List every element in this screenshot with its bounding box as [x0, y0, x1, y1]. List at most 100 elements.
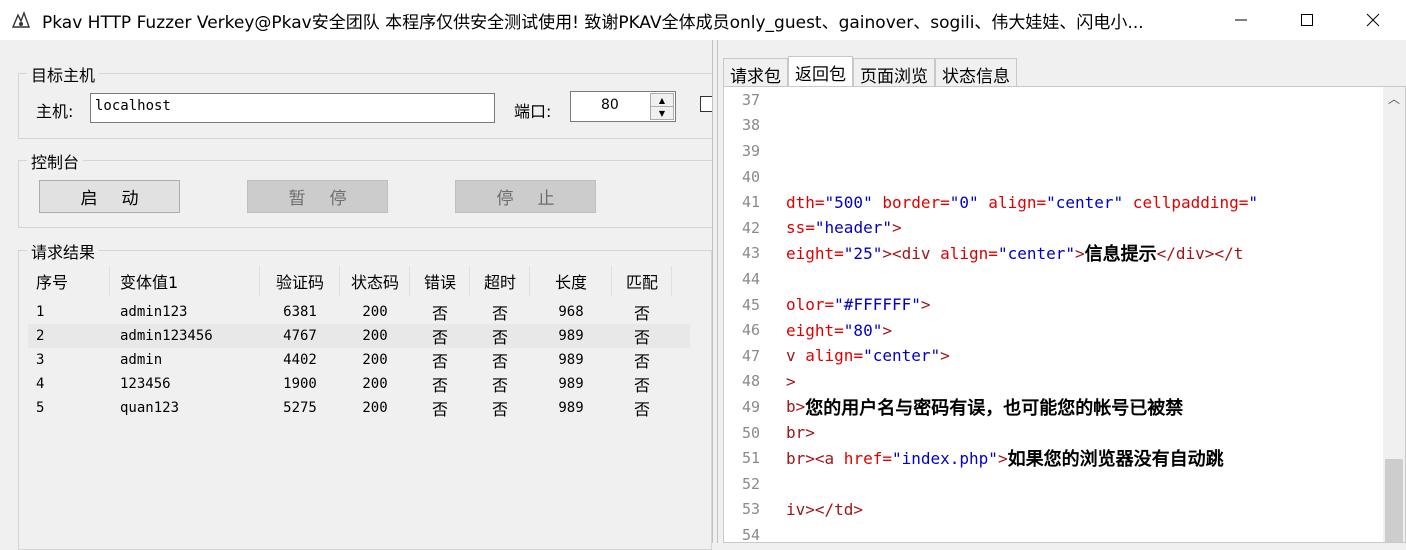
results-legend: 请求结果 — [27, 239, 100, 263]
column-header[interactable]: 序号 — [28, 262, 110, 300]
line-number: 37 — [741, 90, 760, 109]
host-label: 主机: — [36, 102, 74, 121]
code-token: "center" — [997, 243, 1075, 263]
start-button[interactable]: 启动 — [39, 180, 180, 213]
column-header[interactable]: 匹配 — [612, 262, 672, 300]
scrollbar-thumb[interactable] — [1385, 459, 1403, 542]
target-host-legend: 目标主机 — [27, 62, 100, 86]
table-cell: 否 — [491, 352, 508, 371]
table-cell: 4 — [36, 376, 45, 392]
host-input[interactable]: localhost — [90, 93, 495, 123]
code-token: 信息提示 — [1084, 244, 1157, 266]
code-token: " — [1248, 192, 1259, 212]
code-token: "header" — [814, 218, 892, 238]
code-token: eight= — [786, 243, 844, 263]
spin-up-icon[interactable]: ▲ — [651, 94, 673, 107]
code-token: ><div — [882, 243, 931, 263]
line-number: 50 — [741, 423, 760, 442]
table-row[interactable]: 3 admin 4402 200 否 否 989 否 — [28, 348, 690, 372]
table-cell: 否 — [633, 400, 650, 419]
table-row[interactable]: 2 admin123456 4767 200 否 否 989 否 — [28, 324, 690, 348]
code-token: > — [920, 295, 931, 315]
code-token: ss= — [786, 218, 815, 238]
table-cell: 968 — [558, 304, 584, 320]
minimize-icon — [1235, 19, 1247, 21]
line-number: 45 — [741, 295, 760, 314]
code-line: br><a href= "index.php" > 如果您的浏览器没有自动跳 — [786, 445, 1382, 471]
table-cell: 3 — [36, 352, 45, 368]
code-token: dth= — [786, 192, 825, 212]
code-token: align= — [978, 192, 1047, 212]
code-token: 如果您的浏览器没有自动跳 — [1007, 449, 1224, 471]
code-token: > — [882, 320, 892, 340]
chevron-up-icon[interactable]: ︿ — [1383, 87, 1405, 109]
spin-down-icon[interactable]: ▼ — [651, 107, 673, 119]
line-number: 41 — [741, 193, 760, 212]
column-header[interactable]: 验证码 — [260, 262, 340, 300]
table-cell: 200 — [362, 304, 388, 320]
tab-1[interactable]: 返回包 — [788, 56, 853, 86]
code-area[interactable]: dth= "500" border= "0" align= "center" cell… — [786, 87, 1382, 542]
window-title: Pkav HTTP Fuzzer Verkey@Pkav安全团队 本程序仅供安全… — [42, 12, 1144, 33]
column-separator[interactable] — [671, 266, 672, 296]
response-editor[interactable]: 37 38 39 40 41 42 43 44 45 46 47 48 49 50 51 52 53 54 dth… — [723, 86, 1406, 544]
code-token: "#FFFFFF" — [834, 295, 921, 315]
tab-2[interactable]: 页面浏览 — [853, 58, 935, 87]
table-cell: 否 — [491, 376, 508, 395]
line-number: 44 — [741, 269, 760, 288]
pause-button[interactable]: 暂停 — [247, 180, 388, 213]
code-line: ss= "header" > — [786, 215, 1382, 241]
table-cell: 否 — [431, 304, 448, 323]
results-table: 序号 变体值1 验证码 状态码 错误 超时 长度 匹配 1 admin123 6381 200 否否 9… — [28, 262, 690, 420]
table-row[interactable]: 4 123456 1900 200 否 否 989 否 — [28, 372, 690, 396]
code-token: href= — [834, 448, 892, 468]
stop-button[interactable]: 停止 — [455, 180, 596, 213]
code-token: > — [940, 346, 950, 366]
minimize-button[interactable] — [1208, 0, 1274, 40]
code-token: eight= — [786, 320, 844, 340]
table-cell: 6381 — [283, 304, 317, 320]
code-line: > — [786, 369, 1382, 395]
table-row[interactable]: 1 admin123 6381 200 否 否 968 否 — [28, 300, 690, 324]
right-pane: 请求包 返回包 页面浏览 状态信息 37 38 39 40 41 42 43 44 45 46 47 48 4… — [718, 40, 1406, 544]
column-header[interactable]: 超时 — [470, 262, 530, 300]
table-cell: 否 — [491, 328, 508, 347]
table-cell: 2 — [36, 328, 45, 344]
column-header[interactable]: 状态码 — [340, 262, 410, 300]
table-cell: 5275 — [283, 400, 317, 416]
code-token: olor= — [786, 295, 835, 315]
maximize-button[interactable] — [1274, 0, 1340, 40]
table-cell: 4767 — [283, 328, 317, 344]
console-legend: 控制台 — [27, 149, 84, 173]
table-cell: admin123 — [120, 304, 188, 320]
column-header[interactable]: 变体值1 — [110, 262, 260, 300]
code-token: iv></td> — [786, 499, 864, 519]
column-header[interactable]: 长度 — [530, 262, 612, 300]
close-button[interactable] — [1340, 0, 1406, 40]
column-header[interactable]: 错误 — [410, 262, 470, 300]
code-token: align= — [795, 346, 864, 366]
table-cell: 否 — [491, 400, 508, 419]
code-line: br> — [786, 420, 1382, 446]
tab-0[interactable]: 请求包 — [723, 58, 788, 87]
table-row[interactable]: 5 quan123 5275 200 否 否 989 否 — [28, 396, 690, 420]
table-cell: 否 — [633, 376, 650, 395]
vertical-scrollbar[interactable]: ︿ — [1383, 87, 1405, 542]
port-label: 端口: — [514, 102, 552, 121]
table-cell: 200 — [362, 328, 388, 344]
tab-3[interactable]: 状态信息 — [935, 58, 1017, 87]
code-token: "500" — [824, 192, 873, 212]
line-number: 40 — [741, 167, 760, 186]
code-token: "0" — [949, 192, 979, 212]
table-cell: 989 — [558, 400, 584, 416]
code-token: "center" — [863, 346, 941, 366]
table-cell: 否 — [633, 352, 650, 371]
table-cell: 否 — [431, 400, 448, 419]
code-token: br><a — [786, 448, 835, 468]
port-spin-buttons[interactable]: ▲ ▼ — [650, 93, 674, 120]
